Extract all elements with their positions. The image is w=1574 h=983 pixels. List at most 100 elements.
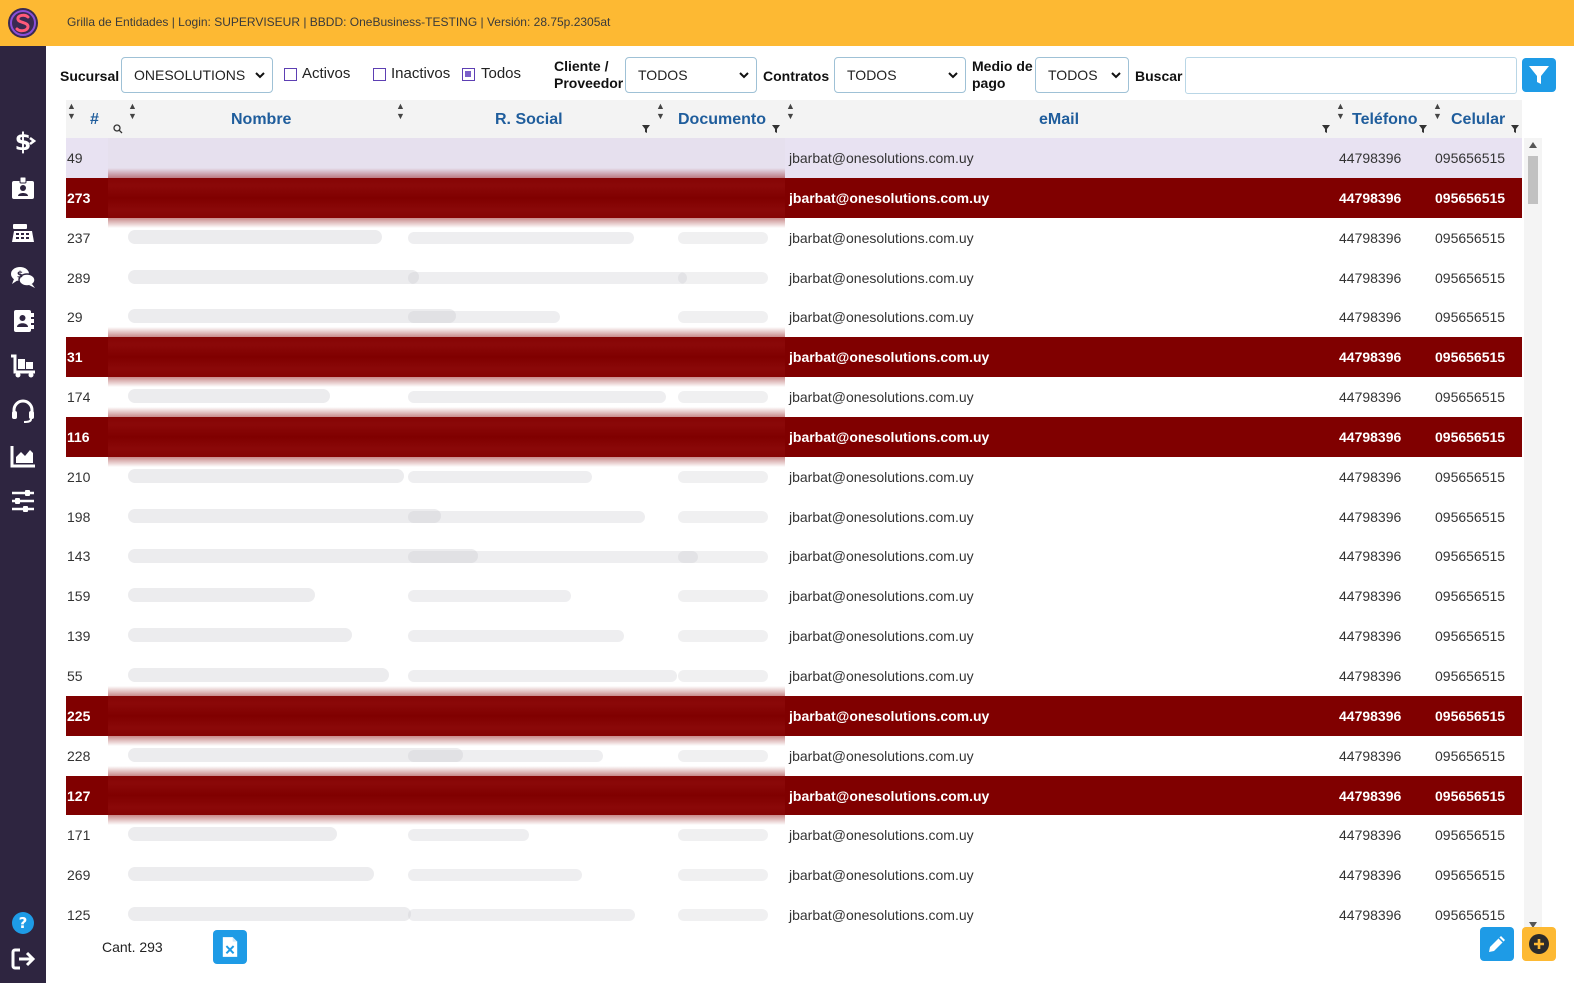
redacted-area: [108, 138, 785, 932]
cell-email: jbarbat@onesolutions.com.uy: [789, 229, 974, 246]
column-header-email[interactable]: eMail: [1039, 111, 1079, 129]
cell-celular: 095656515: [1435, 428, 1506, 445]
logout-icon[interactable]: [8, 944, 38, 974]
sliders-icon[interactable]: [8, 486, 38, 516]
cell-id: 237: [67, 229, 91, 246]
comments-dollar-icon[interactable]: $: [8, 262, 38, 292]
address-book-icon[interactable]: [8, 306, 38, 336]
edit-button[interactable]: [1480, 927, 1514, 961]
plus-circle-icon: [1529, 934, 1549, 954]
cell-telefono: 44798396: [1339, 628, 1402, 645]
medio-pago-label: Medio de pago: [972, 58, 1033, 91]
activos-checkbox[interactable]: [284, 68, 297, 81]
column-header-rsocial[interactable]: R. Social: [495, 111, 563, 129]
cell-id: 174: [67, 389, 91, 406]
cell-telefono: 44798396: [1339, 827, 1402, 844]
cell-celular: 095656515: [1435, 150, 1506, 166]
cell-celular: 095656515: [1435, 269, 1506, 286]
chart-area-icon[interactable]: [8, 441, 38, 471]
cliente-proveedor-label: Cliente / Proveedor: [554, 58, 624, 91]
dollar-icon[interactable]: $: [8, 126, 38, 156]
cell-email: jbarbat@onesolutions.com.uy: [789, 468, 974, 485]
cell-id: 225: [67, 707, 91, 724]
search-input[interactable]: [1185, 57, 1517, 94]
sort-icon[interactable]: ▲ ▼: [67, 101, 76, 121]
funnel-icon: [1529, 66, 1549, 84]
column-header-celular[interactable]: Celular: [1451, 111, 1505, 129]
column-header-documento[interactable]: Documento: [678, 111, 766, 129]
cell-email: jbarbat@onesolutions.com.uy: [789, 707, 990, 724]
svg-text:$: $: [17, 271, 23, 281]
cell-id: 139: [67, 628, 91, 645]
sort-icon[interactable]: ▲ ▼: [786, 101, 795, 121]
sort-icon[interactable]: ▲ ▼: [656, 101, 665, 121]
app-logo-icon[interactable]: [7, 7, 39, 39]
inactivos-label: Inactivos: [391, 65, 451, 82]
cell-id: 55: [67, 667, 83, 684]
chevron-down-icon: [1111, 72, 1121, 79]
medio-pago-select[interactable]: TODOS: [1035, 57, 1129, 93]
sucursal-select[interactable]: ONESOLUTIONS: [121, 57, 273, 93]
cell-id: 31: [67, 349, 83, 366]
inactivos-checkbox[interactable]: [373, 68, 386, 81]
export-excel-button[interactable]: [213, 930, 247, 964]
column-filter-icon[interactable]: [1322, 125, 1330, 133]
top-bar: Grilla de Entidades | Login: SUPERVISEUR…: [0, 0, 1574, 46]
scroll-up-icon[interactable]: [1529, 142, 1537, 148]
cell-celular: 095656515: [1435, 747, 1506, 764]
contratos-label: Contratos: [763, 68, 830, 84]
sort-icon[interactable]: ▲ ▼: [1336, 101, 1345, 121]
sort-icon[interactable]: ▲ ▼: [396, 101, 405, 121]
svg-text:?: ?: [19, 914, 28, 932]
cell-celular: 095656515: [1435, 628, 1506, 645]
search-icon[interactable]: [113, 124, 123, 134]
cell-id: 116: [67, 428, 90, 445]
grid-header: ▲ ▼ # ▲ ▼ Nombre ▲ ▼ R. Social ▲ ▼ Documento…: [66, 100, 1522, 138]
headset-icon[interactable]: [8, 396, 38, 426]
cell-telefono: 44798396: [1339, 667, 1402, 684]
cell-telefono: 44798396: [1339, 229, 1402, 246]
cell-email: jbarbat@onesolutions.com.uy: [789, 428, 990, 445]
column-header-id[interactable]: #: [90, 111, 99, 129]
cell-id: 49: [67, 150, 83, 166]
window-title: Grilla de Entidades | Login: SUPERVISEUR…: [67, 15, 611, 29]
column-header-telefono[interactable]: Teléfono: [1352, 111, 1417, 129]
column-header-nombre[interactable]: Nombre: [231, 111, 291, 129]
sort-icon[interactable]: ▲ ▼: [1433, 101, 1442, 121]
cell-telefono: 44798396: [1339, 309, 1402, 326]
pencil-icon: [1489, 936, 1505, 952]
cell-id: 125: [67, 907, 91, 924]
cell-celular: 095656515: [1435, 827, 1506, 844]
column-filter-icon[interactable]: [1419, 125, 1427, 133]
chevron-down-icon: [948, 72, 958, 79]
cell-id: 269: [67, 867, 91, 884]
contratos-select[interactable]: TODOS: [834, 57, 966, 93]
column-filter-icon[interactable]: [642, 125, 650, 133]
cell-celular: 095656515: [1435, 907, 1506, 924]
cell-telefono: 44798396: [1339, 468, 1402, 485]
cell-celular: 095656515: [1435, 389, 1506, 406]
cell-celular: 095656515: [1435, 349, 1506, 366]
scrollbar-thumb[interactable]: [1528, 156, 1538, 204]
cliente-proveedor-select[interactable]: TODOS: [625, 57, 757, 93]
help-icon[interactable]: ?: [8, 908, 38, 938]
grid-scrollbar[interactable]: [1524, 138, 1542, 932]
entities-grid: ▲ ▼ # ▲ ▼ Nombre ▲ ▼ R. Social ▲ ▼ Documento…: [66, 100, 1542, 932]
apply-filter-button[interactable]: [1522, 58, 1556, 92]
cell-celular: 095656515: [1435, 508, 1506, 525]
cell-celular: 095656515: [1435, 548, 1506, 565]
add-button[interactable]: [1522, 927, 1556, 961]
sidebar: $ $ ?: [0, 46, 46, 983]
cell-telefono: 44798396: [1339, 588, 1402, 605]
sort-icon[interactable]: ▲ ▼: [128, 101, 137, 121]
cell-telefono: 44798396: [1339, 428, 1402, 445]
todos-checkbox[interactable]: [462, 68, 475, 81]
column-filter-icon[interactable]: [1511, 125, 1519, 133]
cell-email: jbarbat@onesolutions.com.uy: [789, 389, 974, 406]
cell-email: jbarbat@onesolutions.com.uy: [789, 667, 974, 684]
dolly-icon[interactable]: [8, 351, 38, 381]
main-content: Sucursal ONESOLUTIONS Activos Inactivos …: [46, 46, 1574, 983]
id-badge-icon[interactable]: [8, 173, 38, 203]
cash-register-icon[interactable]: [8, 218, 38, 248]
column-filter-icon[interactable]: [772, 125, 780, 133]
